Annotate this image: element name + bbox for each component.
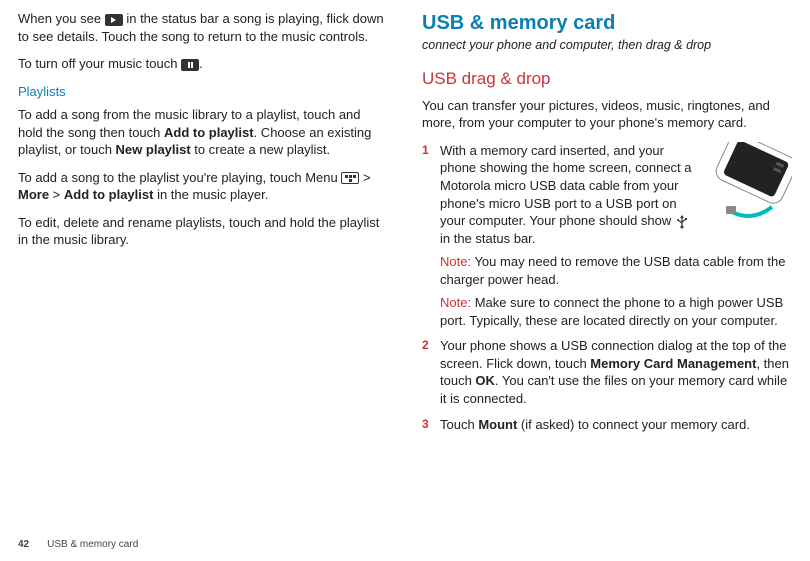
text: To add a song to the playlist you're pla… (18, 170, 341, 185)
left-column: When you see in the status bar a song is… (18, 10, 388, 522)
text: You may need to remove the USB data cabl… (440, 254, 785, 287)
text: (if asked) to connect your memory card. (517, 417, 750, 432)
text: in the music player. (153, 187, 268, 202)
usb-drag-drop-heading: USB drag & drop (422, 68, 792, 91)
bold-more: More (18, 187, 49, 202)
section-subtitle: connect your phone and computer, then dr… (422, 37, 792, 54)
step-2: Your phone shows a USB connection dialog… (422, 337, 792, 407)
playlists-heading: Playlists (18, 83, 388, 101)
usb-icon (675, 215, 689, 229)
bold-new-playlist: New playlist (116, 142, 191, 157)
pause-icon (181, 59, 199, 71)
text: When you see (18, 11, 105, 26)
note-label: Note: (440, 295, 471, 310)
note-2: Note: Make sure to connect the phone to … (440, 294, 792, 329)
right-column: USB & memory card connect your phone and… (422, 10, 792, 522)
text: Make sure to connect the phone to a high… (440, 295, 783, 328)
turn-off-music-paragraph: To turn off your music touch . (18, 55, 388, 73)
playing-playlist-paragraph: To add a song to the playlist you're pla… (18, 169, 388, 204)
text: > (49, 187, 64, 202)
text: to create a new playlist. (191, 142, 330, 157)
menu-icon (341, 172, 359, 184)
bold-add-to-playlist2: Add to playlist (64, 187, 154, 202)
bold-ok: OK (475, 373, 495, 388)
text: With a memory card inserted, and your ph… (440, 143, 692, 228)
text: > (359, 170, 370, 185)
edit-playlists-paragraph: To edit, delete and rename playlists, to… (18, 214, 388, 249)
add-to-playlist-paragraph: To add a song from the music library to … (18, 106, 388, 159)
phone-usb-illustration (702, 142, 792, 232)
page-footer: 42 USB & memory card (18, 538, 138, 552)
steps-list: With a memory card inserted, and your ph… (422, 142, 792, 433)
page-number: 42 (18, 538, 29, 552)
bold-add-to-playlist: Add to playlist (164, 125, 254, 140)
bold-mount: Mount (478, 417, 517, 432)
section-title: USB & memory card (422, 10, 792, 37)
music-playing-paragraph: When you see in the status bar a song is… (18, 10, 388, 45)
step-3: Touch Mount (if asked) to connect your m… (422, 416, 792, 434)
text: To turn off your music touch (18, 56, 181, 71)
text: . (199, 56, 203, 71)
text: in the status bar. (440, 231, 535, 246)
text: Touch (440, 417, 478, 432)
note-1: Note: You may need to remove the USB dat… (440, 253, 792, 288)
intro-paragraph: You can transfer your pictures, videos, … (422, 97, 792, 132)
play-icon (105, 14, 123, 26)
step-1: With a memory card inserted, and your ph… (422, 142, 792, 329)
footer-section-name: USB & memory card (47, 538, 138, 552)
bold-memory-card-management: Memory Card Management (590, 356, 756, 371)
note-label: Note: (440, 254, 471, 269)
